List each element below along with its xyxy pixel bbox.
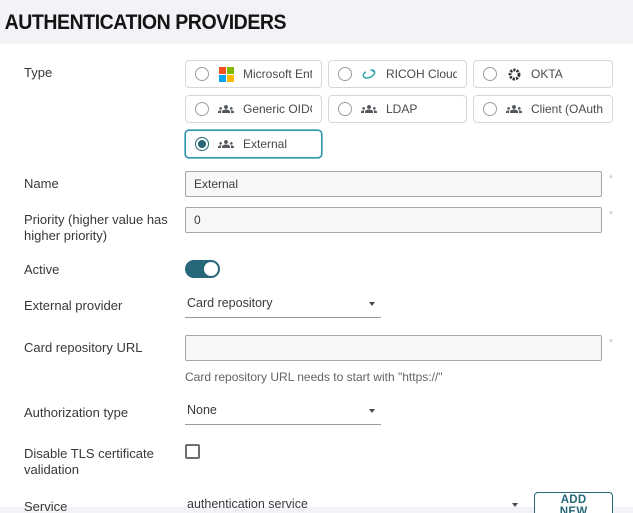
ricoh-cloudstream-icon: [361, 66, 377, 82]
microsoft-logo-icon: [218, 66, 234, 82]
type-option-label: Microsoft Entra ID: [243, 67, 312, 81]
card-repository-url-helper-text: Card repository URL needs to start with …: [185, 370, 613, 384]
radio-icon[interactable]: [483, 102, 497, 116]
group-icon: [218, 101, 234, 117]
name-input[interactable]: [185, 171, 602, 197]
active-row: Active: [24, 257, 613, 278]
required-marker: *: [609, 209, 613, 221]
name-label: Name: [24, 171, 185, 192]
group-icon: [361, 101, 377, 117]
name-row: Name *: [24, 171, 613, 197]
authorization-type-row: Authorization type None: [24, 400, 613, 425]
radio-icon[interactable]: [195, 137, 209, 151]
type-option-ldap[interactable]: LDAP: [328, 95, 467, 123]
chevron-down-icon: [369, 302, 375, 306]
type-option-label: Client (OAuth2): [531, 102, 603, 116]
disable-tls-label: Disable TLS certificate validation: [24, 441, 185, 479]
disable-tls-checkbox[interactable]: [185, 444, 200, 459]
service-value: authentication service: [187, 497, 308, 511]
radio-icon[interactable]: [195, 67, 209, 81]
type-option-label: LDAP: [386, 102, 417, 116]
authorization-type-select[interactable]: None: [185, 400, 381, 425]
radio-icon[interactable]: [338, 67, 352, 81]
type-option-okta[interactable]: OKTA: [473, 60, 613, 88]
radio-icon[interactable]: [195, 102, 209, 116]
external-provider-select[interactable]: Card repository: [185, 293, 381, 318]
type-label: Type: [24, 60, 185, 81]
page-title: AUTHENTICATION PROVIDERS: [0, 0, 589, 35]
required-marker: *: [609, 337, 613, 349]
priority-input[interactable]: [185, 207, 602, 233]
service-row: Service authentication service ADD NEW: [24, 494, 613, 513]
radio-icon[interactable]: [338, 102, 352, 116]
type-option-label: Generic OIDC: [243, 102, 312, 116]
external-provider-label: External provider: [24, 293, 185, 314]
type-option-label: RICOH CloudStream: [386, 67, 457, 81]
type-option-external[interactable]: External: [185, 130, 322, 158]
priority-row: Priority (higher value has higher priori…: [24, 207, 613, 245]
priority-label: Priority (higher value has higher priori…: [24, 207, 185, 245]
card-repository-url-row: Card repository URL * Card repository UR…: [24, 335, 613, 384]
add-new-button[interactable]: ADD NEW: [534, 492, 613, 513]
type-option-label: OKTA: [531, 67, 563, 81]
okta-logo-icon: [506, 66, 522, 82]
type-option-generic-oidc[interactable]: Generic OIDC: [185, 95, 322, 123]
disable-tls-row: Disable TLS certificate validation: [24, 441, 613, 479]
chevron-down-icon: [512, 503, 518, 507]
service-label: Service: [24, 494, 185, 513]
authorization-type-value: None: [187, 403, 217, 417]
authorization-type-label: Authorization type: [24, 400, 185, 421]
service-select[interactable]: authentication service: [185, 494, 524, 513]
type-option-ricoh-cloudstream[interactable]: RICOH CloudStream: [328, 60, 467, 88]
active-label: Active: [24, 257, 185, 278]
required-marker: *: [609, 173, 613, 185]
type-row: Type Microsoft Entra ID: [24, 60, 613, 158]
auth-provider-form-panel: Type Microsoft Entra ID: [0, 44, 633, 507]
group-icon: [506, 101, 522, 117]
external-provider-row: External provider Card repository: [24, 293, 613, 318]
radio-icon[interactable]: [483, 67, 497, 81]
type-options-grid: Microsoft Entra ID RICOH CloudStream: [185, 60, 613, 158]
toggle-knob: [204, 262, 218, 276]
type-option-client-oauth2[interactable]: Client (OAuth2): [473, 95, 613, 123]
card-repository-url-input[interactable]: [185, 335, 602, 361]
type-option-microsoft-entra-id[interactable]: Microsoft Entra ID: [185, 60, 322, 88]
chevron-down-icon: [369, 409, 375, 413]
group-icon: [218, 136, 234, 152]
active-toggle[interactable]: [185, 260, 220, 278]
type-option-label: External: [243, 137, 287, 151]
external-provider-value: Card repository: [187, 296, 272, 310]
card-repository-url-label: Card repository URL: [24, 335, 185, 356]
